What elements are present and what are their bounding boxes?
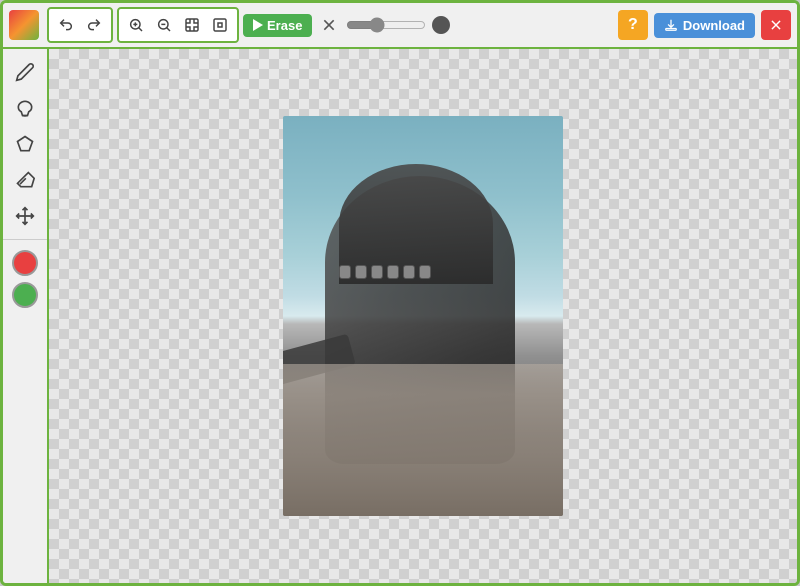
cancel-button[interactable] [316,12,342,38]
sidebar-divider [3,239,47,240]
pencil-icon [15,62,35,82]
zoom-out-button[interactable] [151,12,177,38]
foreground-color-button[interactable] [12,250,38,276]
brush-size-slider[interactable] [346,17,426,33]
app-logo [9,10,39,40]
eraser-tool-button[interactable] [8,163,42,197]
download-label: Download [683,18,745,33]
window-5 [403,265,415,279]
canvas-image [283,116,563,516]
close-icon [769,18,783,32]
pencil-tool-button[interactable] [8,55,42,89]
lasso-icon [15,98,35,118]
history-tools [47,7,113,43]
ground-snow [283,364,563,516]
move-icon [15,206,35,226]
download-button[interactable]: Download [654,13,755,38]
move-tool-button[interactable] [8,199,42,233]
polygon-icon [15,134,35,154]
play-icon [253,19,263,31]
window-1 [339,265,351,279]
erase-button[interactable]: Erase [243,14,312,37]
polygon-tool-button[interactable] [8,127,42,161]
header-right: ? Download [618,10,791,40]
zoom-fit-button[interactable] [179,12,205,38]
help-button[interactable]: ? [618,10,648,40]
brush-preview [432,16,450,34]
zoom-in-button[interactable] [123,12,149,38]
zoom-tools [117,7,239,43]
airplane-windows [333,236,515,308]
download-icon [664,18,678,32]
brush-size-control [346,16,450,34]
sidebar [3,49,49,583]
redo-button[interactable] [81,12,107,38]
main-area [3,49,797,583]
zoom-actual-button[interactable] [207,12,233,38]
eraser-icon [15,170,35,190]
window-4 [387,265,399,279]
background-color-button[interactable] [12,282,38,308]
window-2 [355,265,367,279]
canvas-area[interactable] [49,49,797,583]
window-6 [419,265,431,279]
window-3 [371,265,383,279]
airplane-photo [283,116,563,516]
close-button[interactable] [761,10,791,40]
help-label: ? [628,16,638,34]
toolbar: Erase ? Download [3,3,797,49]
lasso-tool-button[interactable] [8,91,42,125]
undo-button[interactable] [53,12,79,38]
erase-label: Erase [267,18,302,33]
app-container: Erase ? Download [0,0,800,586]
